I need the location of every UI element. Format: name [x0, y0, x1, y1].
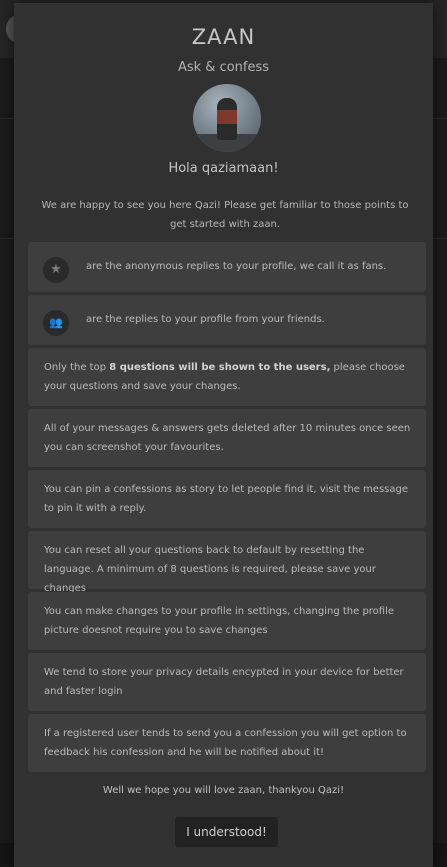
point-card-profile-settings: You can make changes to your profile in … [28, 592, 426, 650]
point-text: You can reset all your questions back to… [44, 545, 376, 594]
star-icon: ★ [43, 257, 69, 283]
point-card-reset-questions: You can reset all your questions back to… [28, 531, 426, 594]
point-text: We tend to store your privacy details en… [44, 667, 404, 697]
point-card-friends: 👥 are the replies to your profile from y… [28, 295, 426, 345]
point-card-privacy: We tend to store your privacy details en… [28, 653, 426, 711]
profile-avatar [193, 84, 261, 152]
point-text: All of your messages & answers gets dele… [44, 423, 411, 453]
point-text: You can make changes to your profile in … [44, 606, 395, 636]
welcome-dialog: ZAAN Ask & confess Hola qaziamaan! We ar… [14, 3, 433, 867]
app-title: ZAAN [191, 25, 256, 49]
point-text: You can pin a confessions as story to le… [44, 484, 409, 514]
intro-text: We are happy to see you here Qazi! Pleas… [41, 200, 409, 230]
point-card-fans: ★ are the anonymous replies to your prof… [28, 242, 426, 292]
point-card-feedback: If a registered user tends to send you a… [28, 714, 426, 772]
point-card-pin-story: You can pin a confessions as story to le… [28, 470, 426, 528]
point-card-top-questions: Only the top 8 questions will be shown t… [28, 348, 426, 406]
point-text: are the anonymous replies to your profil… [86, 261, 387, 272]
point-text: If a registered user tends to send you a… [44, 728, 407, 758]
group-icon: 👥 [43, 310, 69, 336]
point-card-auto-delete: All of your messages & answers gets dele… [28, 409, 426, 467]
outro-text: Well we hope you will love zaan, thankyo… [102, 785, 345, 796]
point-text: are the replies to your profile from you… [86, 314, 325, 325]
understood-button[interactable]: I understood! [175, 817, 278, 847]
app-tagline: Ask & confess [177, 60, 270, 75]
point-text: Only the top 8 questions will be shown t… [44, 362, 405, 392]
greeting-text: Hola qaziamaan! [168, 161, 279, 176]
